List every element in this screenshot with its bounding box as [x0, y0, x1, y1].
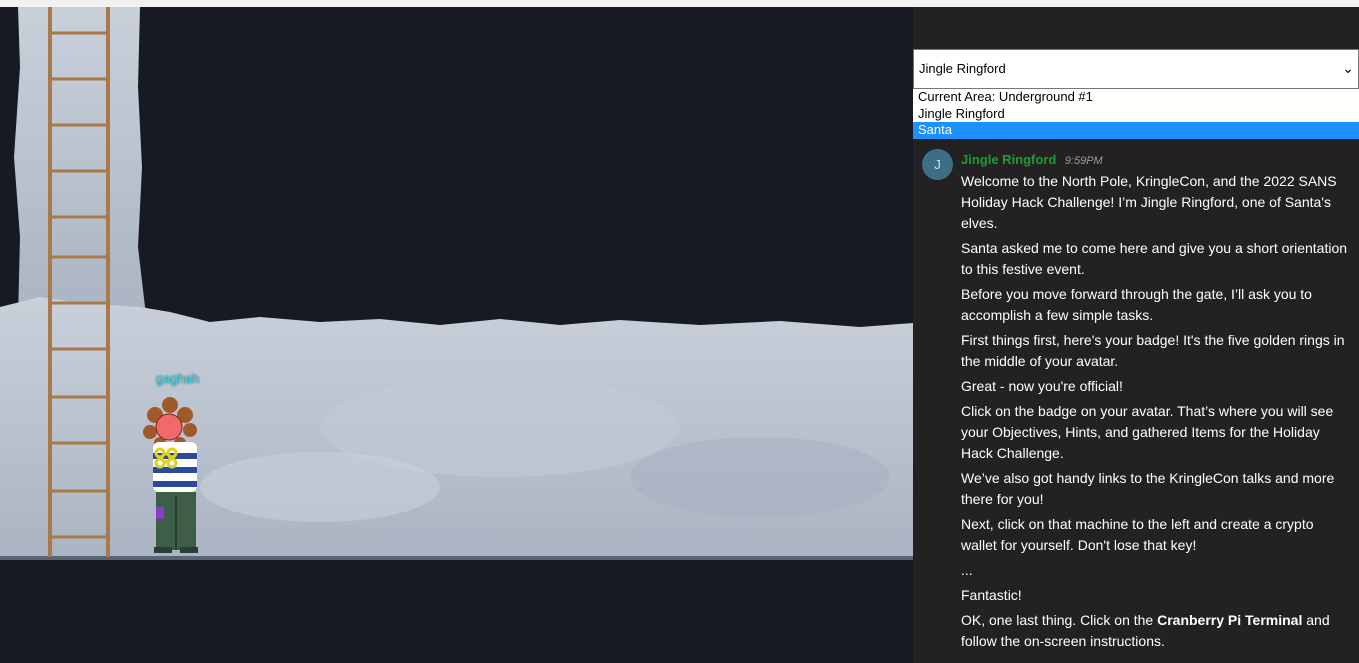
game-canvas[interactable]: gaghah [0, 7, 913, 663]
message-line: Next, click on that machine to the left … [961, 516, 1314, 553]
player-name-label: gaghah [156, 371, 200, 386]
line-text: OK, one last thing. Click on the [961, 612, 1158, 628]
message-line: First things first, here's your badge! I… [961, 332, 1345, 369]
selected-conversation: Jingle Ringford [919, 61, 1006, 76]
snow-scene [0, 7, 913, 560]
message-line: Great - now you're official! [961, 378, 1123, 394]
message-body: Welcome to the North Pole, KringleCon, a… [961, 171, 1353, 656]
message-line: Click on the badge on your avatar. That’… [961, 403, 1334, 461]
chevron-down-icon: ⌄ [1342, 60, 1354, 76]
message-line-last: OK, one last thing. Click on the Cranber… [961, 610, 1353, 652]
message-time: 9:59PM [1064, 155, 1103, 167]
chat-panel: Jingle Ringford ⌄ Current Area: Undergro… [913, 7, 1359, 663]
option-current-area[interactable]: Current Area: Underground #1 [913, 89, 1359, 106]
option-santa[interactable]: Santa [913, 122, 1359, 139]
message-line: Before you move forward through the gate… [961, 286, 1312, 323]
message-line: Welcome to the North Pole, KringleCon, a… [961, 173, 1337, 231]
conversation-dropdown[interactable]: Current Area: Underground #1 Jingle Ring… [913, 89, 1359, 139]
message-line: We’ve also got handy links to the Kringl… [961, 470, 1335, 507]
conversation-select[interactable]: Jingle Ringford ⌄ [913, 49, 1359, 89]
browser-top-strip [0, 0, 1359, 7]
message-header: Jingle Ringford 9:59PM [961, 151, 1103, 169]
avatar: J [922, 149, 953, 180]
message-line: ... [961, 562, 973, 578]
message-line: Santa asked me to come here and give you… [961, 240, 1348, 277]
sender-name: Jingle Ringford [961, 152, 1057, 167]
terminal-name: Cranberry Pi Terminal [1157, 612, 1303, 628]
option-jingle-ringford[interactable]: Jingle Ringford [913, 106, 1359, 123]
message-line: Fantastic! [961, 587, 1022, 603]
floor-edge [0, 556, 913, 560]
snow-shaft [14, 7, 160, 319]
